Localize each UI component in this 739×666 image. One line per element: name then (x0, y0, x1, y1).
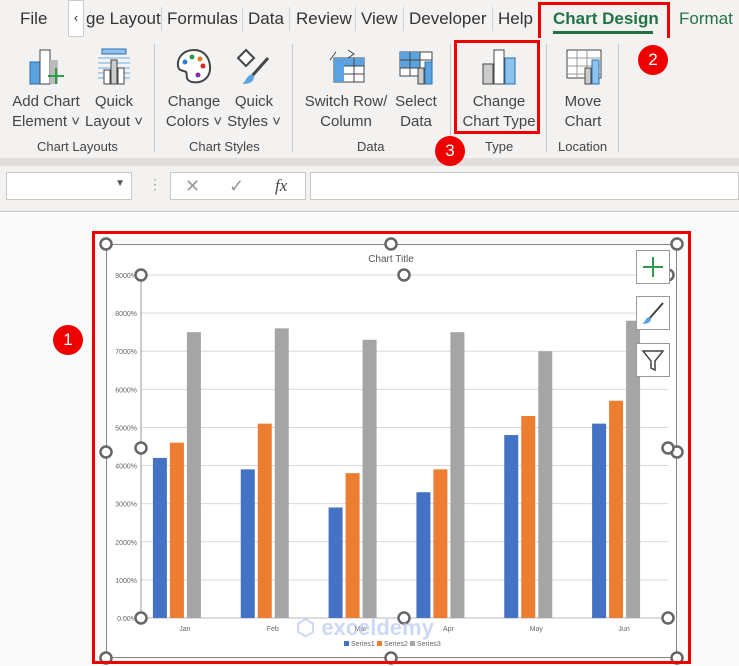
step-badge-1: 1 (53, 325, 83, 355)
step-badge-2: 2 (638, 45, 668, 75)
step-badge-3: 3 (435, 136, 465, 166)
highlight-box-chart (92, 231, 691, 664)
